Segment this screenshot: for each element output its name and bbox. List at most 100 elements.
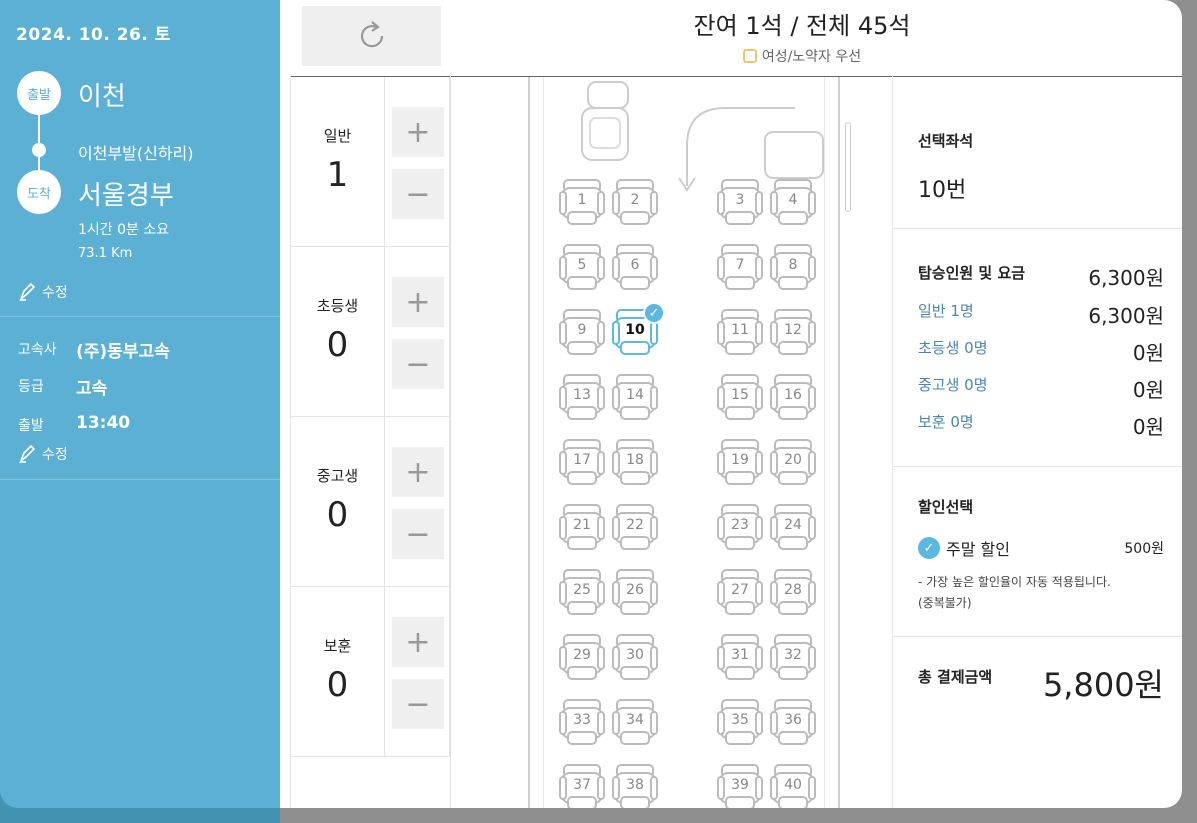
seat-number: 15 xyxy=(731,387,749,403)
seat[interactable]: 14 xyxy=(611,373,659,421)
seat[interactable]: 1 xyxy=(558,178,606,226)
divider xyxy=(892,636,1182,637)
discount-option[interactable]: ✓ 주말 할인 500원 xyxy=(918,536,1164,560)
seat[interactable]: 15 xyxy=(716,373,764,421)
plus-button[interactable]: + xyxy=(392,107,444,157)
seat-number: 17 xyxy=(573,452,591,468)
fare-label: 중고생 0명 xyxy=(918,376,988,394)
seat-number: 32 xyxy=(784,647,802,663)
fare-value: 0원 xyxy=(1132,378,1164,402)
seat[interactable]: 2 xyxy=(611,178,659,226)
fare-row: 일반 1명 6,300원 xyxy=(918,300,1164,329)
seat-number: 2 xyxy=(630,192,640,208)
seat[interactable]: 5 xyxy=(558,243,606,291)
priority-label: 여성/노약자 우선 xyxy=(761,49,862,65)
divider xyxy=(0,316,280,317)
discount-title: 할인선택 xyxy=(918,498,974,516)
fare-value: 0원 xyxy=(1132,341,1164,365)
seat[interactable]: 4 xyxy=(769,178,817,226)
seat[interactable]: 29 xyxy=(558,633,606,681)
seat[interactable]: 18 xyxy=(611,438,659,486)
discount-note: (중복불가) xyxy=(918,596,972,610)
seat[interactable]: 36 xyxy=(769,698,817,746)
seat[interactable]: 34 xyxy=(611,698,659,746)
seat-number: 9 xyxy=(577,322,587,338)
passenger-type-label: 보훈 xyxy=(323,637,352,655)
trip-distance: 73.1 Km xyxy=(78,246,133,261)
seat[interactable]: 39 xyxy=(716,763,764,808)
minus-button[interactable]: − xyxy=(392,679,444,729)
seat[interactable]: 11 xyxy=(716,308,764,356)
fare-label: 초등생 0명 xyxy=(918,339,988,357)
seat-number: 23 xyxy=(731,517,749,533)
seat-number: 10 xyxy=(625,322,645,338)
seat[interactable]: 35 xyxy=(716,698,764,746)
seat[interactable]: 25 xyxy=(558,568,606,616)
arrive-city: 서울경부 xyxy=(78,181,174,211)
seat-number: 25 xyxy=(573,582,591,598)
fare-label: 일반 1명 xyxy=(918,302,974,320)
pencil-icon xyxy=(19,444,36,464)
refresh-button[interactable] xyxy=(302,6,441,66)
scrollbar-handle[interactable] xyxy=(845,122,851,212)
edit-label: 수정 xyxy=(42,285,68,301)
edit-route-button[interactable]: 수정 xyxy=(18,282,68,302)
seat[interactable]: 21 xyxy=(558,503,606,551)
seat[interactable]: 16 xyxy=(769,373,817,421)
seat[interactable]: 26 xyxy=(611,568,659,616)
plus-button[interactable]: + xyxy=(392,277,444,327)
seat[interactable]: 38 xyxy=(611,763,659,808)
seat[interactable]: 22 xyxy=(611,503,659,551)
seat[interactable]: 6 xyxy=(611,243,659,291)
plus-button[interactable]: + xyxy=(392,617,444,667)
seat-selected[interactable]: 10 ✓ xyxy=(611,302,665,356)
company-label: 고속사 xyxy=(18,342,57,358)
seat[interactable]: 12 xyxy=(769,308,817,356)
refresh-icon xyxy=(360,21,383,48)
seat[interactable]: 3 xyxy=(716,178,764,226)
discount-option-left: ✓ 주말 할인 xyxy=(918,536,1010,560)
seat-number: 14 xyxy=(626,387,644,403)
minus-button[interactable]: − xyxy=(392,339,444,389)
seat-status: 잔여 1석 / 전체 45석 xyxy=(693,12,911,40)
seat[interactable]: 32 xyxy=(769,633,817,681)
seat[interactable]: 33 xyxy=(558,698,606,746)
depart-badge: 출발 xyxy=(17,71,61,115)
minus-icon: − xyxy=(405,176,431,212)
seat[interactable]: 28 xyxy=(769,568,817,616)
passenger-count: 0 xyxy=(326,665,349,705)
seat[interactable]: 17 xyxy=(558,438,606,486)
grade-value: 고속 xyxy=(76,379,108,399)
seat-number: 8 xyxy=(788,257,798,273)
seat[interactable]: 19 xyxy=(716,438,764,486)
seat[interactable]: 23 xyxy=(716,503,764,551)
seat[interactable]: 24 xyxy=(769,503,817,551)
fare-row: 보훈 0명 0원 xyxy=(918,411,1164,440)
seat[interactable]: 30 xyxy=(611,633,659,681)
edit-schedule-button[interactable]: 수정 xyxy=(18,444,68,464)
seat[interactable]: 20 xyxy=(769,438,817,486)
total-label: 총 결제금액 xyxy=(918,668,993,686)
seat[interactable]: 40 xyxy=(769,763,817,808)
seat[interactable]: 37 xyxy=(558,763,606,808)
check-icon: ✓ xyxy=(918,537,940,559)
minus-button[interactable]: − xyxy=(392,509,444,559)
driver-seat-icon xyxy=(581,81,629,161)
passenger-type-label: 일반 xyxy=(323,127,352,145)
seat-number: 12 xyxy=(784,322,802,338)
seat-number: 28 xyxy=(784,582,802,598)
seat-number: 1 xyxy=(577,192,587,208)
seat[interactable]: 8 xyxy=(769,243,817,291)
seat-number: 16 xyxy=(784,387,802,403)
time-label: 출발 xyxy=(18,418,44,434)
seat[interactable]: 9 xyxy=(558,308,606,356)
plus-button[interactable]: + xyxy=(392,447,444,497)
company-value: (주)동부고속 xyxy=(76,342,170,362)
minus-button[interactable]: − xyxy=(392,169,444,219)
plus-icon: + xyxy=(405,284,431,320)
seat-number: 7 xyxy=(735,257,745,273)
seat[interactable]: 7 xyxy=(716,243,764,291)
seat[interactable]: 31 xyxy=(716,633,764,681)
seat[interactable]: 27 xyxy=(716,568,764,616)
seat[interactable]: 13 xyxy=(558,373,606,421)
